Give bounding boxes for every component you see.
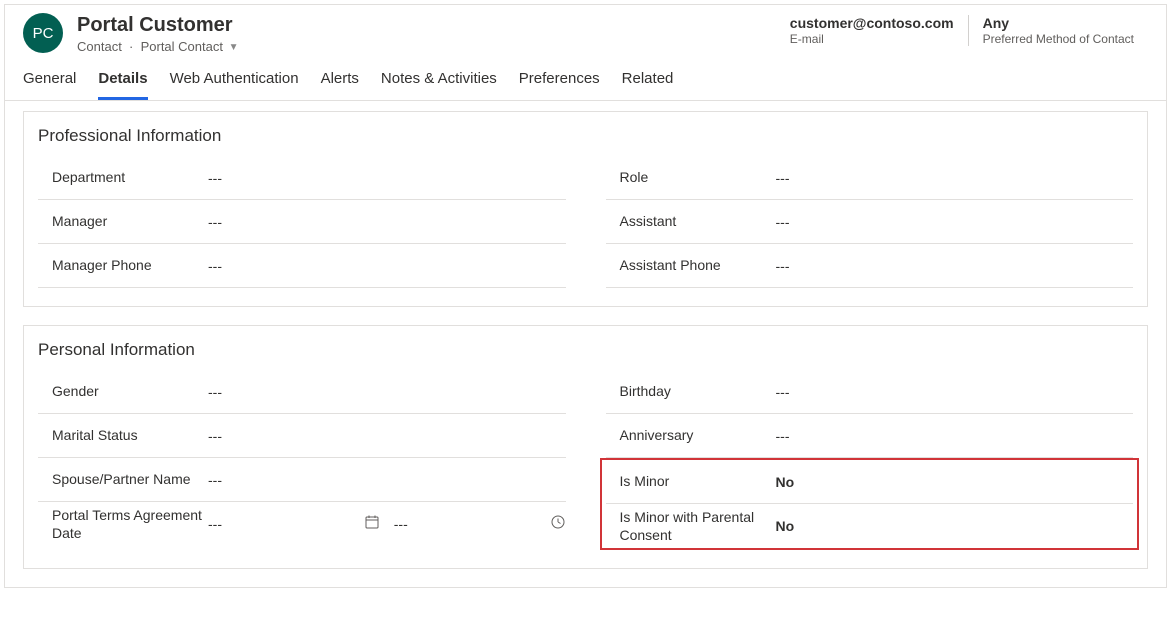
header-meta: customer@contoso.com E-mail Any Preferre… bbox=[776, 13, 1148, 46]
field-is-minor-label: Is Minor bbox=[606, 472, 776, 490]
section-professional-title: Professional Information bbox=[38, 122, 1133, 156]
field-assistant-phone[interactable]: Assistant Phone --- bbox=[606, 244, 1134, 288]
personal-left-col: Gender --- Marital Status --- Spouse/Par… bbox=[38, 370, 566, 550]
tab-details[interactable]: Details bbox=[98, 58, 147, 100]
field-assistant-phone-label: Assistant Phone bbox=[606, 256, 776, 274]
field-assistant-phone-value: --- bbox=[776, 258, 1134, 274]
field-spouse-label: Spouse/Partner Name bbox=[38, 470, 208, 488]
field-anniversary[interactable]: Anniversary --- bbox=[606, 414, 1134, 458]
tab-prefs[interactable]: Preferences bbox=[519, 58, 600, 100]
field-is-minor-parental-value: No bbox=[776, 518, 1134, 534]
record-page: PC Portal Customer Contact · Portal Cont… bbox=[4, 4, 1167, 588]
field-department-value: --- bbox=[208, 170, 566, 186]
section-personal: Personal Information Gender --- Marital … bbox=[23, 325, 1148, 569]
field-manager-value: --- bbox=[208, 214, 566, 230]
field-manager-phone-value: --- bbox=[208, 258, 566, 274]
field-gender[interactable]: Gender --- bbox=[38, 370, 566, 414]
field-gender-value: --- bbox=[208, 384, 566, 400]
header-email-value: customer@contoso.com bbox=[790, 15, 954, 31]
tab-alerts[interactable]: Alerts bbox=[321, 58, 359, 100]
field-portal-terms-time-value: --- bbox=[394, 516, 434, 532]
record-subtitle[interactable]: Contact · Portal Contact ▼ bbox=[77, 39, 776, 54]
field-is-minor-parental-label: Is Minor with Parental Consent bbox=[606, 508, 776, 544]
field-role[interactable]: Role --- bbox=[606, 156, 1134, 200]
field-anniversary-label: Anniversary bbox=[606, 426, 776, 444]
field-assistant[interactable]: Assistant --- bbox=[606, 200, 1134, 244]
chevron-down-icon[interactable]: ▼ bbox=[227, 42, 239, 53]
field-assistant-value: --- bbox=[776, 214, 1134, 230]
section-professional: Professional Information Department --- … bbox=[23, 111, 1148, 307]
header-method-value: Any bbox=[983, 15, 1134, 31]
clock-icon[interactable] bbox=[550, 514, 566, 534]
field-manager[interactable]: Manager --- bbox=[38, 200, 566, 244]
field-assistant-label: Assistant bbox=[606, 212, 776, 230]
calendar-icon[interactable] bbox=[364, 514, 380, 534]
professional-left-col: Department --- Manager --- Manager Phone… bbox=[38, 156, 566, 288]
field-anniversary-value: --- bbox=[776, 428, 1134, 444]
field-is-minor-parental[interactable]: Is Minor with Parental Consent No bbox=[606, 504, 1134, 548]
field-portal-terms-label: Portal Terms Agreement Date bbox=[38, 506, 208, 542]
field-is-minor-value: No bbox=[776, 474, 1134, 490]
field-gender-label: Gender bbox=[38, 382, 208, 400]
record-name: Portal Customer bbox=[77, 13, 776, 37]
field-marital[interactable]: Marital Status --- bbox=[38, 414, 566, 458]
field-manager-phone-label: Manager Phone bbox=[38, 256, 208, 274]
minor-fields-highlight: Is Minor No Is Minor with Parental Conse… bbox=[600, 458, 1140, 550]
field-portal-terms[interactable]: Portal Terms Agreement Date --- --- bbox=[38, 502, 566, 546]
professional-right-col: Role --- Assistant --- Assistant Phone -… bbox=[606, 156, 1134, 288]
record-header: PC Portal Customer Contact · Portal Cont… bbox=[5, 5, 1166, 58]
personal-right-col: Birthday --- Anniversary --- Is Minor No bbox=[606, 370, 1134, 550]
tab-webauth[interactable]: Web Authentication bbox=[170, 58, 299, 100]
record-header-block: PC Portal Customer Contact · Portal Cont… bbox=[5, 5, 1166, 100]
tab-general[interactable]: General bbox=[23, 58, 76, 100]
field-manager-label: Manager bbox=[38, 212, 208, 230]
field-marital-label: Marital Status bbox=[38, 426, 208, 444]
tab-notes[interactable]: Notes & Activities bbox=[381, 58, 497, 100]
tab-bar: General Details Web Authentication Alert… bbox=[5, 58, 1166, 100]
field-marital-value: --- bbox=[208, 428, 566, 444]
field-spouse-value: --- bbox=[208, 472, 566, 488]
header-email-cell[interactable]: customer@contoso.com E-mail bbox=[776, 15, 968, 46]
record-form-label: Portal Contact bbox=[141, 39, 223, 54]
field-spouse[interactable]: Spouse/Partner Name --- bbox=[38, 458, 566, 502]
field-department-label: Department bbox=[38, 168, 208, 186]
header-method-cell[interactable]: Any Preferred Method of Contact bbox=[968, 15, 1148, 46]
record-entity-label: Contact bbox=[77, 39, 122, 54]
title-block: Portal Customer Contact · Portal Contact… bbox=[77, 13, 776, 54]
field-birthday-value: --- bbox=[776, 384, 1134, 400]
field-manager-phone[interactable]: Manager Phone --- bbox=[38, 244, 566, 288]
section-personal-title: Personal Information bbox=[38, 336, 1133, 370]
tab-related[interactable]: Related bbox=[622, 58, 674, 100]
details-content: Professional Information Department --- … bbox=[5, 101, 1166, 587]
field-is-minor[interactable]: Is Minor No bbox=[606, 460, 1134, 504]
field-role-label: Role bbox=[606, 168, 776, 186]
field-birthday[interactable]: Birthday --- bbox=[606, 370, 1134, 414]
header-method-label: Preferred Method of Contact bbox=[983, 32, 1134, 46]
field-department[interactable]: Department --- bbox=[38, 156, 566, 200]
field-portal-terms-date-value: --- bbox=[208, 516, 248, 532]
avatar: PC bbox=[23, 13, 63, 53]
field-birthday-label: Birthday bbox=[606, 382, 776, 400]
header-email-label: E-mail bbox=[790, 32, 954, 46]
field-role-value: --- bbox=[776, 170, 1134, 186]
